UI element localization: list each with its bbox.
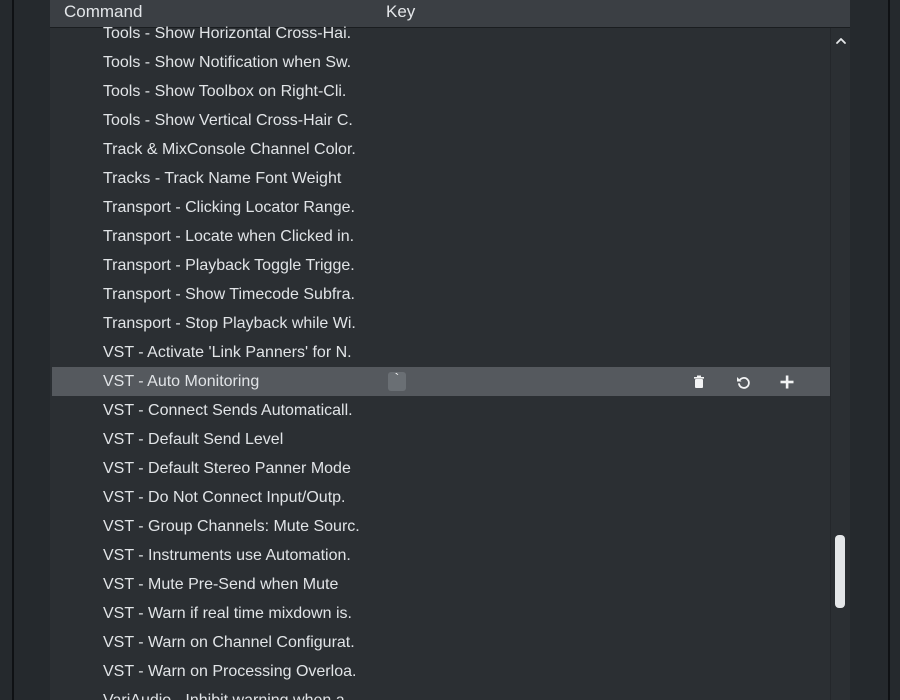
scrollbar-thumb[interactable]: [835, 535, 845, 608]
command-label: Transport - Show Timecode Subfra.: [103, 286, 355, 303]
table-row[interactable]: Track & MixConsole Channel Color.: [52, 135, 830, 164]
table-row[interactable]: Transport - Show Timecode Subfra.: [52, 280, 830, 309]
command-label: Tools - Show Notification when Sw.: [103, 54, 352, 71]
table-row[interactable]: Transport - Locate when Clicked in.: [52, 222, 830, 251]
command-label: Transport - Stop Playback while Wi.: [103, 315, 356, 332]
chevron-up-icon[interactable]: [834, 34, 848, 48]
command-label: Tools - Show Vertical Cross-Hair C.: [103, 112, 353, 129]
table-row[interactable]: VST - Mute Pre-Send when Mute: [52, 570, 830, 599]
table-row[interactable]: VST - Do Not Connect Input/Outp.: [52, 483, 830, 512]
undo-icon[interactable]: [735, 374, 751, 390]
table-row[interactable]: VST - Default Stereo Panner Mode: [52, 454, 830, 483]
command-label: VariAudio - Inhibit warning when a: [103, 686, 393, 700]
command-label: VST - Instruments use Automation.: [103, 547, 351, 564]
table-row-selected[interactable]: VST - Auto Monitoring `: [52, 367, 830, 396]
table-row[interactable]: VST - Instruments use Automation.: [52, 541, 830, 570]
command-label: VST - Default Send Level: [103, 431, 284, 448]
command-label: VST - Mute Pre-Send when Mute: [103, 576, 339, 593]
command-label: VST - Connect Sends Automaticall.: [103, 402, 353, 419]
table-row[interactable]: Tools - Show Vertical Cross-Hair C.: [52, 106, 830, 135]
command-label: VST - Group Channels: Mute Sourc.: [103, 518, 360, 535]
command-label: VST - Default Stereo Panner Mode: [103, 460, 351, 477]
key-commands-list: Command Key Tools - Show Horizontal Cros…: [50, 0, 850, 700]
command-label: VST - Activate 'Link Panners' for N.: [103, 344, 352, 361]
table-row[interactable]: VST - Warn if real time mixdown is.: [52, 599, 830, 628]
command-label: Transport - Clicking Locator Range.: [103, 199, 355, 216]
table-row[interactable]: VST - Group Channels: Mute Sourc.: [52, 512, 830, 541]
table-row[interactable]: VST - Warn on Channel Configurat.: [52, 628, 830, 657]
command-label: Tools - Show Horizontal Cross-Hai.: [103, 25, 352, 42]
command-label: VST - Auto Monitoring: [103, 373, 260, 390]
dialog-frame: Command Key Tools - Show Horizontal Cros…: [0, 0, 900, 700]
trash-icon[interactable]: [691, 374, 707, 390]
table-row[interactable]: Tools - Show Horizontal Cross-Hai.: [52, 19, 830, 48]
key-binding-badge[interactable]: `: [388, 371, 406, 391]
table-row[interactable]: Tools - Show Toolbox on Right-Cli.: [52, 77, 830, 106]
table-row[interactable]: VST - Default Send Level: [52, 425, 830, 454]
table-row[interactable]: VST - Activate 'Link Panners' for N.: [52, 338, 830, 367]
table-row[interactable]: VariAudio - Inhibit warning when a: [52, 686, 830, 700]
command-label: Track & MixConsole Channel Color.: [103, 141, 356, 158]
frame-border-right: [888, 0, 890, 700]
plus-icon[interactable]: [779, 374, 795, 390]
command-label: Tracks - Track Name Font Weight: [103, 170, 342, 187]
table-row[interactable]: VST - Warn on Processing Overloa.: [52, 657, 830, 686]
frame-border-left: [12, 0, 14, 700]
vertical-scrollbar[interactable]: [830, 28, 850, 700]
table-row[interactable]: Transport - Playback Toggle Trigge.: [52, 251, 830, 280]
command-label: VST - Warn if real time mixdown is.: [103, 605, 352, 622]
command-label: Transport - Playback Toggle Trigge.: [103, 257, 355, 274]
command-rows: Tools - Show Horizontal Cross-Hai. Tools …: [52, 19, 830, 700]
command-label: Transport - Locate when Clicked in.: [103, 228, 355, 245]
command-label: VST - Warn on Processing Overloa.: [103, 663, 357, 680]
table-row[interactable]: VST - Connect Sends Automaticall.: [52, 396, 830, 425]
command-label: VST - Warn on Channel Configurat.: [103, 634, 355, 651]
table-row[interactable]: Tools - Show Notification when Sw.: [52, 48, 830, 77]
table-row[interactable]: Transport - Stop Playback while Wi.: [52, 309, 830, 338]
command-label: VST - Do Not Connect Input/Outp.: [103, 489, 346, 506]
table-row[interactable]: Tracks - Track Name Font Weight: [52, 164, 830, 193]
command-label: Tools - Show Toolbox on Right-Cli.: [103, 83, 347, 100]
table-row[interactable]: Transport - Clicking Locator Range.: [52, 193, 830, 222]
